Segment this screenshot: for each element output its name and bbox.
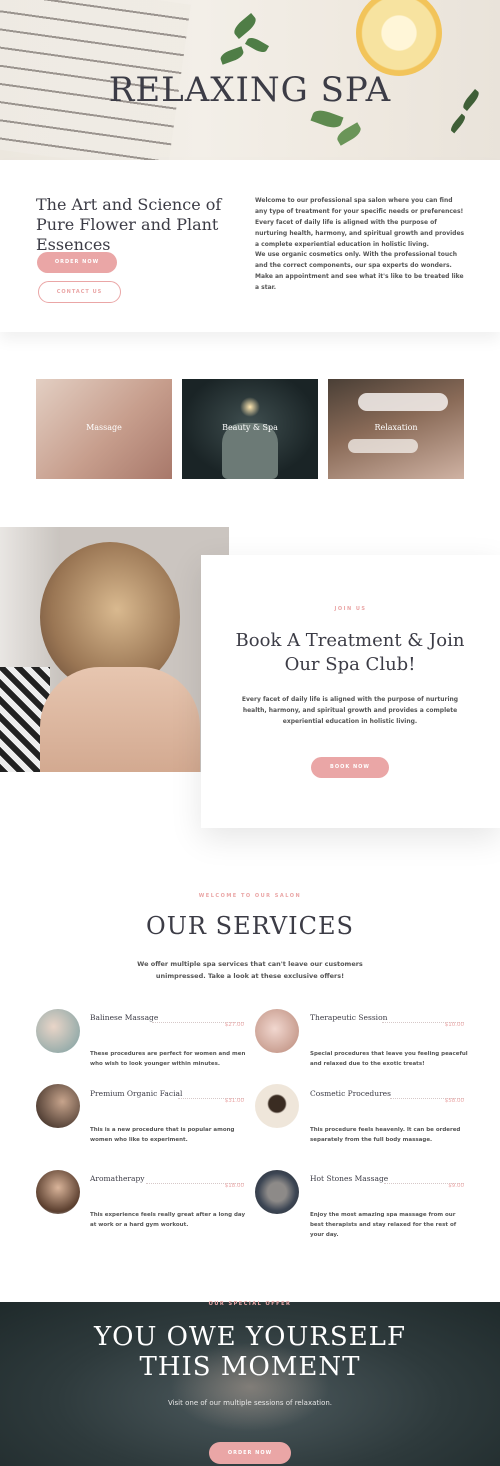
leaf-image	[244, 35, 270, 55]
back-image	[40, 667, 200, 772]
service-description: Special procedures that leave you feelin…	[310, 1051, 468, 1067]
book-now-button[interactable]: BOOK NOW	[311, 757, 389, 778]
intro-paragraph: Welcome to our professional spa salon wh…	[255, 197, 465, 248]
services-intro: We offer multiple spa services that can'…	[137, 960, 363, 980]
leaf-image	[218, 46, 246, 65]
join-text: Every facet of daily life is aligned wit…	[241, 696, 459, 725]
contact-us-button[interactable]: CONTACT US	[38, 281, 121, 303]
offer-order-now-button[interactable]: ORDER NOW	[209, 1442, 291, 1464]
offer-title-line-2: THIS MOMENT	[139, 1352, 361, 1382]
service-name[interactable]: Aromatherapy	[90, 1174, 144, 1183]
service-thumbnail[interactable]	[36, 1170, 80, 1214]
service-thumbnail[interactable]	[255, 1170, 299, 1214]
service-thumbnail[interactable]	[255, 1084, 299, 1128]
service-price: $18.00	[224, 1183, 244, 1189]
service-thumbnail[interactable]	[36, 1009, 80, 1053]
leaf-image	[231, 13, 259, 39]
service-price: $10.00	[444, 1022, 464, 1028]
rosemary-image	[448, 113, 468, 134]
service-description: Enjoy the most amazing spa massage from …	[310, 1212, 457, 1238]
gallery-tile-beauty-spa[interactable]: Beauty & Spa	[182, 379, 318, 479]
join-title: Book A Treatment & Join Our Spa Club!	[235, 630, 465, 675]
gallery-tile-label: Relaxation	[374, 423, 418, 432]
lemon-image	[356, 0, 442, 76]
offer-eyebrow: OUR SPECIAL OFFER	[208, 1301, 292, 1307]
service-price: $9.00	[448, 1183, 464, 1189]
service-description: This is a new procedure that is popular …	[90, 1127, 235, 1143]
services-eyebrow: WELCOME TO OUR SALON	[198, 893, 302, 899]
service-price: $31.00	[224, 1098, 244, 1104]
offer-subtitle: Visit one of our multiple sessions of re…	[167, 1399, 333, 1407]
offer-title-line-1: YOU OWE YOURSELF	[93, 1322, 406, 1352]
gallery-tile-label: Massage	[86, 423, 122, 432]
woman-portrait-image	[0, 527, 229, 772]
join-eyebrow: JOIN US	[334, 606, 367, 612]
service-price: $58.00	[444, 1098, 464, 1104]
service-price: $27.00	[224, 1022, 244, 1028]
flower-petals-image	[358, 393, 448, 411]
service-thumbnail[interactable]	[36, 1084, 80, 1128]
mint-leaf-image	[310, 107, 344, 131]
gallery-tile-relaxation[interactable]: Relaxation	[328, 379, 464, 479]
flower-petals-image	[348, 439, 418, 453]
gallery-tile-label: Beauty & Spa	[222, 423, 278, 432]
candle-flame-icon	[240, 397, 260, 417]
service-description: These procedures are perfect for women a…	[90, 1051, 246, 1067]
service-description: This experience feels really great after…	[90, 1212, 246, 1228]
intro-paragraph: We use organic cosmetics only. With the …	[255, 251, 464, 291]
intro-heading: The Art and Science of Pure Flower and P…	[36, 195, 222, 254]
service-name[interactable]: Premium Organic Facial	[90, 1089, 182, 1098]
gallery-tile-massage[interactable]: Massage	[36, 379, 172, 479]
service-thumbnail[interactable]	[255, 1009, 299, 1053]
services-title: OUR SERVICES	[146, 912, 354, 940]
service-name[interactable]: Therapeutic Session	[310, 1013, 387, 1022]
service-name[interactable]: Cosmetic Procedures	[310, 1089, 391, 1098]
hero-title: RELAXING SPA	[108, 70, 392, 110]
service-description: This procedure feels heavenly. It can be…	[310, 1127, 461, 1143]
service-name[interactable]: Hot Stones Massage	[310, 1174, 388, 1183]
order-now-button[interactable]: ORDER NOW	[37, 252, 117, 273]
join-card	[201, 555, 500, 828]
service-name[interactable]: Balinese Massage	[90, 1013, 158, 1022]
